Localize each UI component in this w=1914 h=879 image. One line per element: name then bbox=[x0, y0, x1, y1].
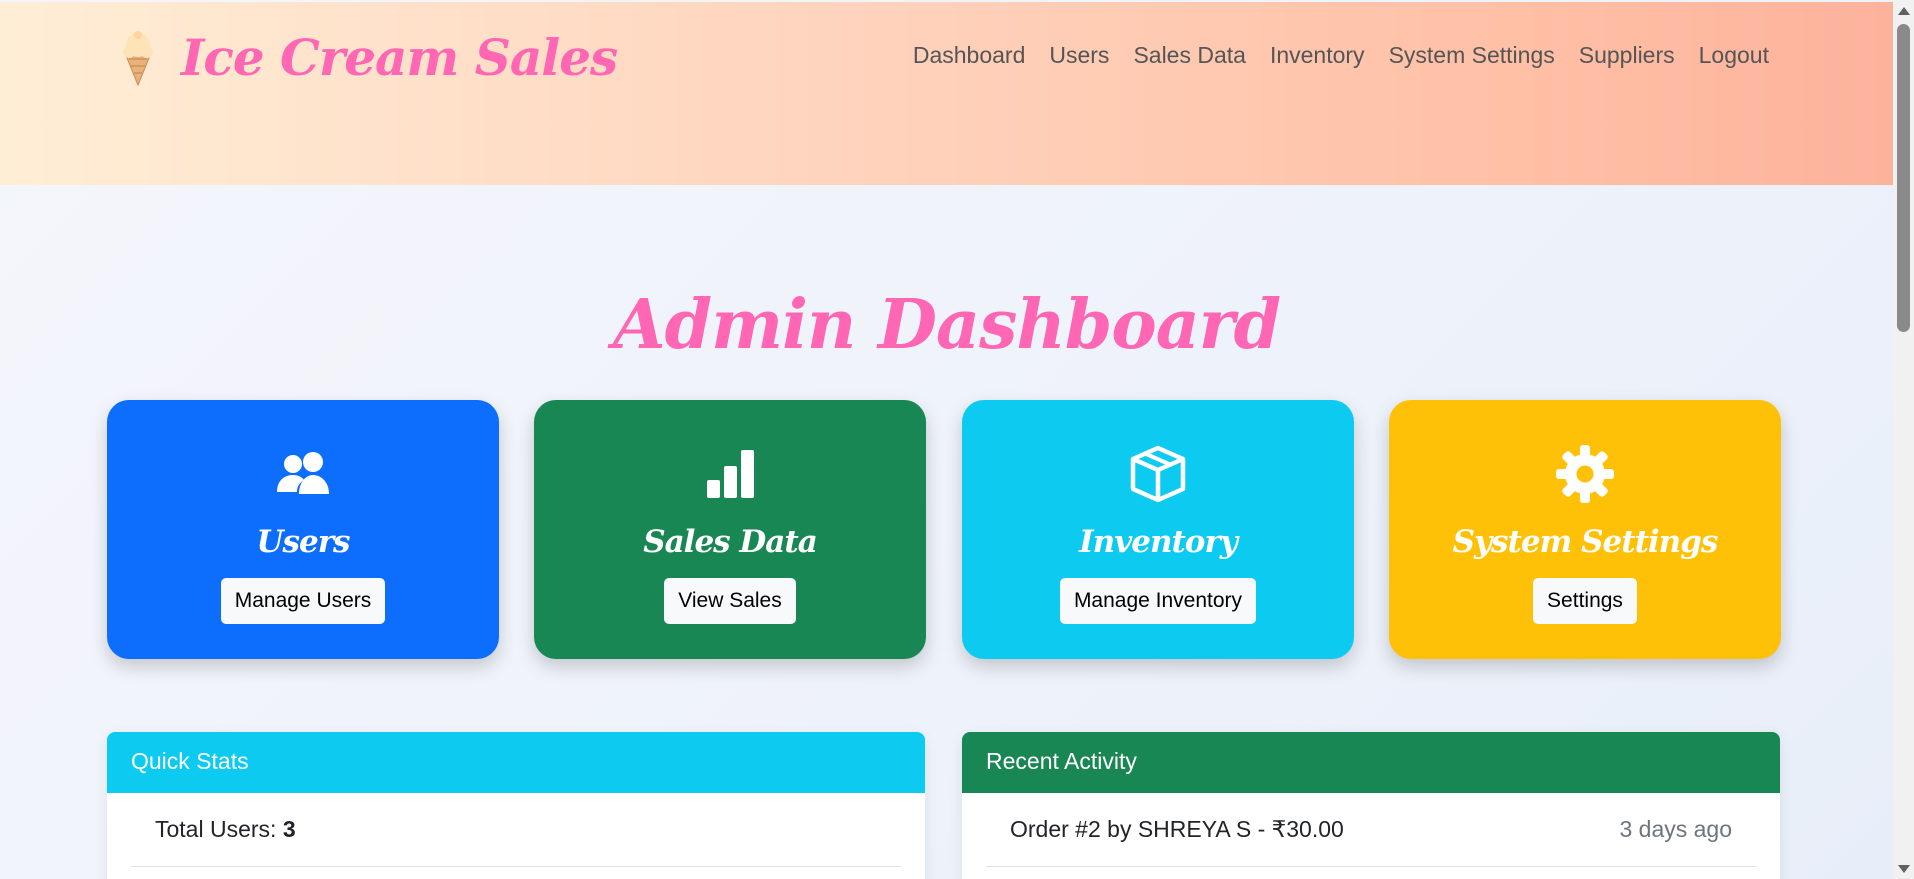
nav-inventory[interactable]: Inventory bbox=[1270, 42, 1365, 69]
ice-cream-icon bbox=[123, 30, 153, 86]
users-card: Users Manage Users bbox=[107, 400, 499, 659]
box-icon bbox=[1130, 445, 1186, 503]
sales-data-card: Sales Data View Sales bbox=[534, 400, 926, 659]
activity-text: Order #2 by SHREYA S - ₹30.00 bbox=[1010, 816, 1344, 842]
page: Ice Cream Sales Dashboard Users Sales Da… bbox=[0, 0, 1893, 879]
total-users-value: 3 bbox=[282, 816, 296, 842]
inventory-card: Inventory Manage Inventory bbox=[962, 400, 1354, 659]
nav-suppliers[interactable]: Suppliers bbox=[1579, 42, 1675, 69]
nav-users[interactable]: Users bbox=[1049, 42, 1109, 69]
brand-name: Ice Cream Sales bbox=[181, 28, 618, 87]
activity-time: 3 days ago bbox=[1619, 816, 1732, 842]
recent-activity-panel: Recent Activity Order #2 by SHREYA S - ₹… bbox=[962, 732, 1780, 879]
activity-item: Order #2 by SHREYA S - ₹30.00 3 days ago bbox=[986, 793, 1756, 867]
main-nav: Dashboard Users Sales Data Inventory Sys… bbox=[913, 42, 1769, 69]
total-users-label: Total Users: bbox=[155, 816, 277, 842]
quick-stats-panel: Quick Stats Total Users: 3 bbox=[107, 732, 925, 879]
quick-stats-header: Quick Stats bbox=[107, 732, 925, 793]
nav-system-settings[interactable]: System Settings bbox=[1389, 42, 1555, 69]
system-settings-card: System Settings Settings bbox=[1389, 400, 1781, 659]
card-title-system-settings: System Settings bbox=[1452, 524, 1719, 560]
page-title: Admin Dashboard bbox=[612, 285, 1281, 365]
settings-button[interactable]: Settings bbox=[1533, 578, 1637, 624]
nav-sales-data[interactable]: Sales Data bbox=[1133, 42, 1246, 69]
card-title-sales-data: Sales Data bbox=[643, 524, 818, 560]
gear-icon bbox=[1556, 445, 1614, 503]
scroll-down-arrow-icon[interactable] bbox=[1898, 865, 1910, 873]
recent-activity-header: Recent Activity bbox=[962, 732, 1780, 793]
brand[interactable]: Ice Cream Sales bbox=[117, 28, 618, 87]
view-sales-button[interactable]: View Sales bbox=[664, 578, 796, 624]
manage-users-button[interactable]: Manage Users bbox=[220, 578, 386, 624]
total-users-stat: Total Users: 3 bbox=[155, 816, 296, 843]
bar-chart-icon bbox=[707, 450, 754, 498]
nav-dashboard[interactable]: Dashboard bbox=[913, 42, 1026, 69]
nav-logout[interactable]: Logout bbox=[1699, 42, 1769, 69]
total-users-row: Total Users: 3 bbox=[131, 793, 901, 867]
scroll-thumb[interactable] bbox=[1897, 24, 1910, 332]
vertical-scrollbar[interactable] bbox=[1893, 0, 1914, 879]
card-title-inventory: Inventory bbox=[1079, 524, 1238, 560]
top-navbar: Ice Cream Sales Dashboard Users Sales Da… bbox=[0, 2, 1893, 185]
scroll-up-arrow-icon[interactable] bbox=[1898, 7, 1910, 15]
manage-inventory-button[interactable]: Manage Inventory bbox=[1059, 578, 1257, 624]
users-icon bbox=[277, 452, 329, 494]
card-title-users: Users bbox=[256, 524, 351, 560]
